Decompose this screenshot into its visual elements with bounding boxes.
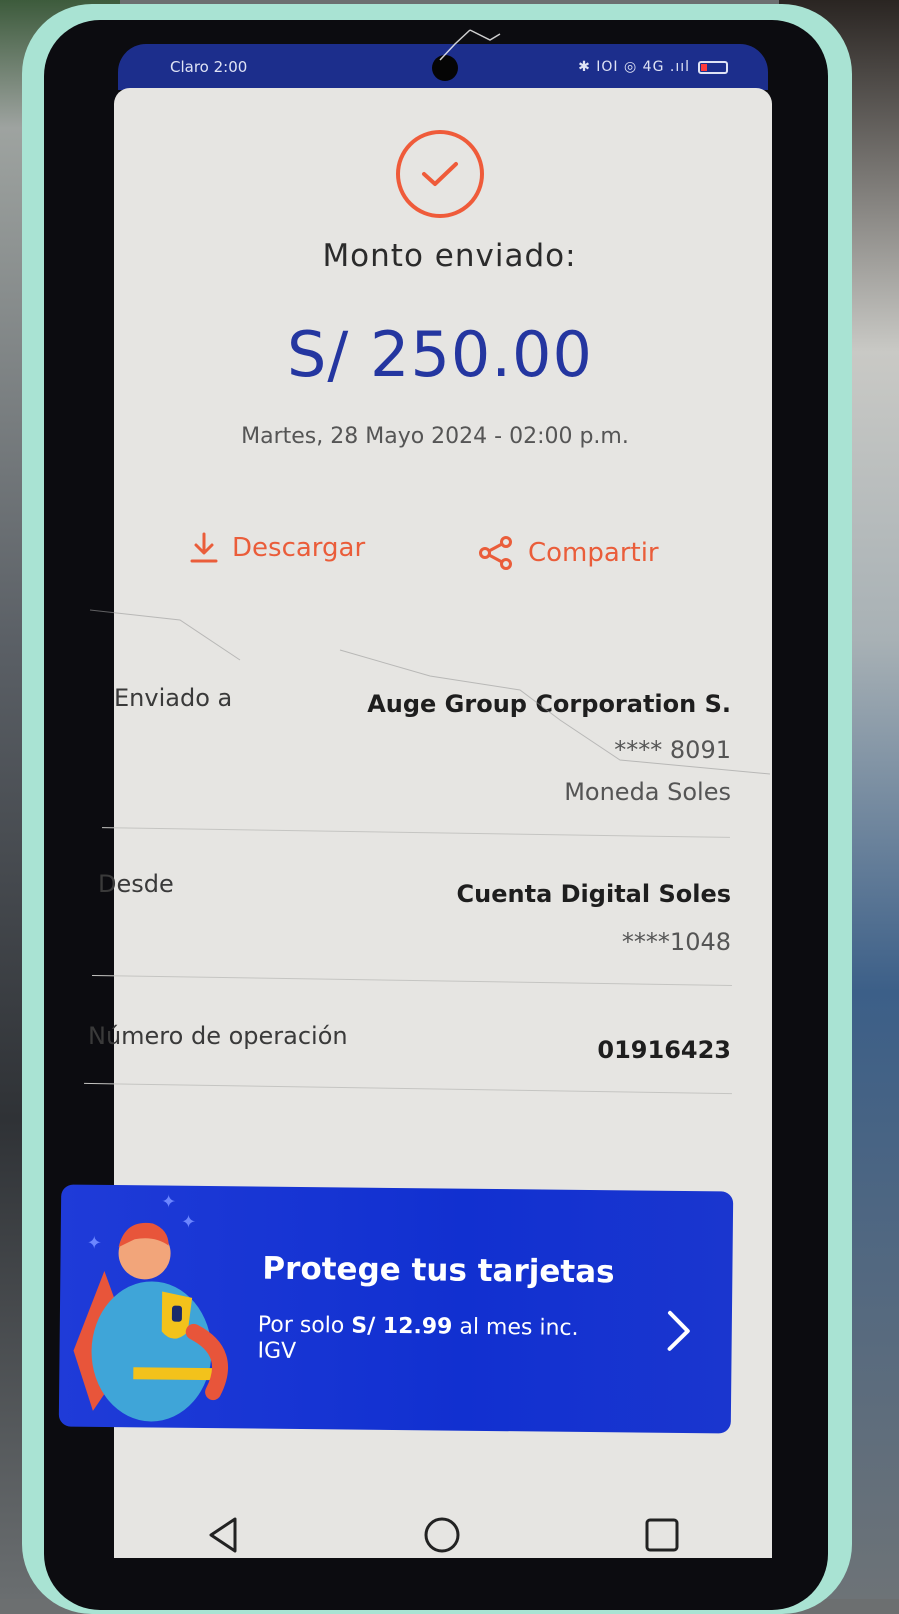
superhero-illustration-icon (73, 1222, 229, 1422)
back-button[interactable] (205, 1515, 241, 1555)
transaction-datetime: Martes, 28 Mayo 2024 - 02:00 p.m. (241, 424, 629, 449)
download-icon (190, 532, 218, 563)
home-icon (424, 1517, 460, 1553)
recipient-account: **** 8091 (614, 736, 731, 764)
share-icon (479, 536, 512, 570)
status-time: 2:00 (213, 58, 248, 76)
banner-title: Protege tus tarjetas (262, 1250, 615, 1291)
amount-sent: S/ 250.00 (287, 318, 593, 391)
sent-to-label: Enviado a (114, 684, 233, 712)
home-button[interactable] (422, 1515, 462, 1555)
source-account-number: ****1048 (621, 928, 731, 956)
back-icon (209, 1517, 237, 1553)
page-title: Monto enviado: (322, 238, 577, 274)
from-label: Desde (98, 870, 174, 898)
banner-sub-prefix: Por solo (257, 1312, 352, 1339)
status-indicators: ✱ IOI ◎ 4G .ııl (578, 59, 690, 75)
status-right: ✱ IOI ◎ 4G .ııl (578, 59, 728, 75)
chevron-right-icon[interactable] (664, 1309, 694, 1353)
operation-number-value: 01916423 (597, 1036, 731, 1064)
protect-cards-banner[interactable]: ✦ ✦ ✦ Protege tus tarjetas Por solo S/ 1… (58, 1184, 734, 1434)
banner-subtitle: Por solo S/ 12.99 al mes inc. IGV (257, 1313, 618, 1370)
download-button[interactable]: Descargar (190, 532, 365, 564)
source-account-name: Cuenta Digital Soles (456, 880, 731, 908)
check-mark-icon (422, 162, 458, 186)
operation-number-label: Número de operación (88, 1022, 348, 1050)
banner-price: S/ 12.99 (351, 1313, 453, 1340)
front-camera (432, 55, 458, 81)
check-circle-icon (396, 130, 484, 218)
system-navigation-bar (114, 1490, 772, 1580)
recipient-currency: Moneda Soles (564, 778, 731, 806)
share-button[interactable]: Compartir (478, 536, 659, 570)
recipient-name: Auge Group Corporation S. (367, 690, 731, 718)
battery-icon (698, 60, 728, 74)
recents-button[interactable] (643, 1516, 681, 1554)
share-label: Compartir (528, 538, 659, 568)
status-left: Claro 2:00 (170, 58, 247, 76)
carrier-name: Claro (170, 58, 209, 76)
download-label: Descargar (232, 533, 366, 563)
recents-icon (645, 1518, 679, 1552)
